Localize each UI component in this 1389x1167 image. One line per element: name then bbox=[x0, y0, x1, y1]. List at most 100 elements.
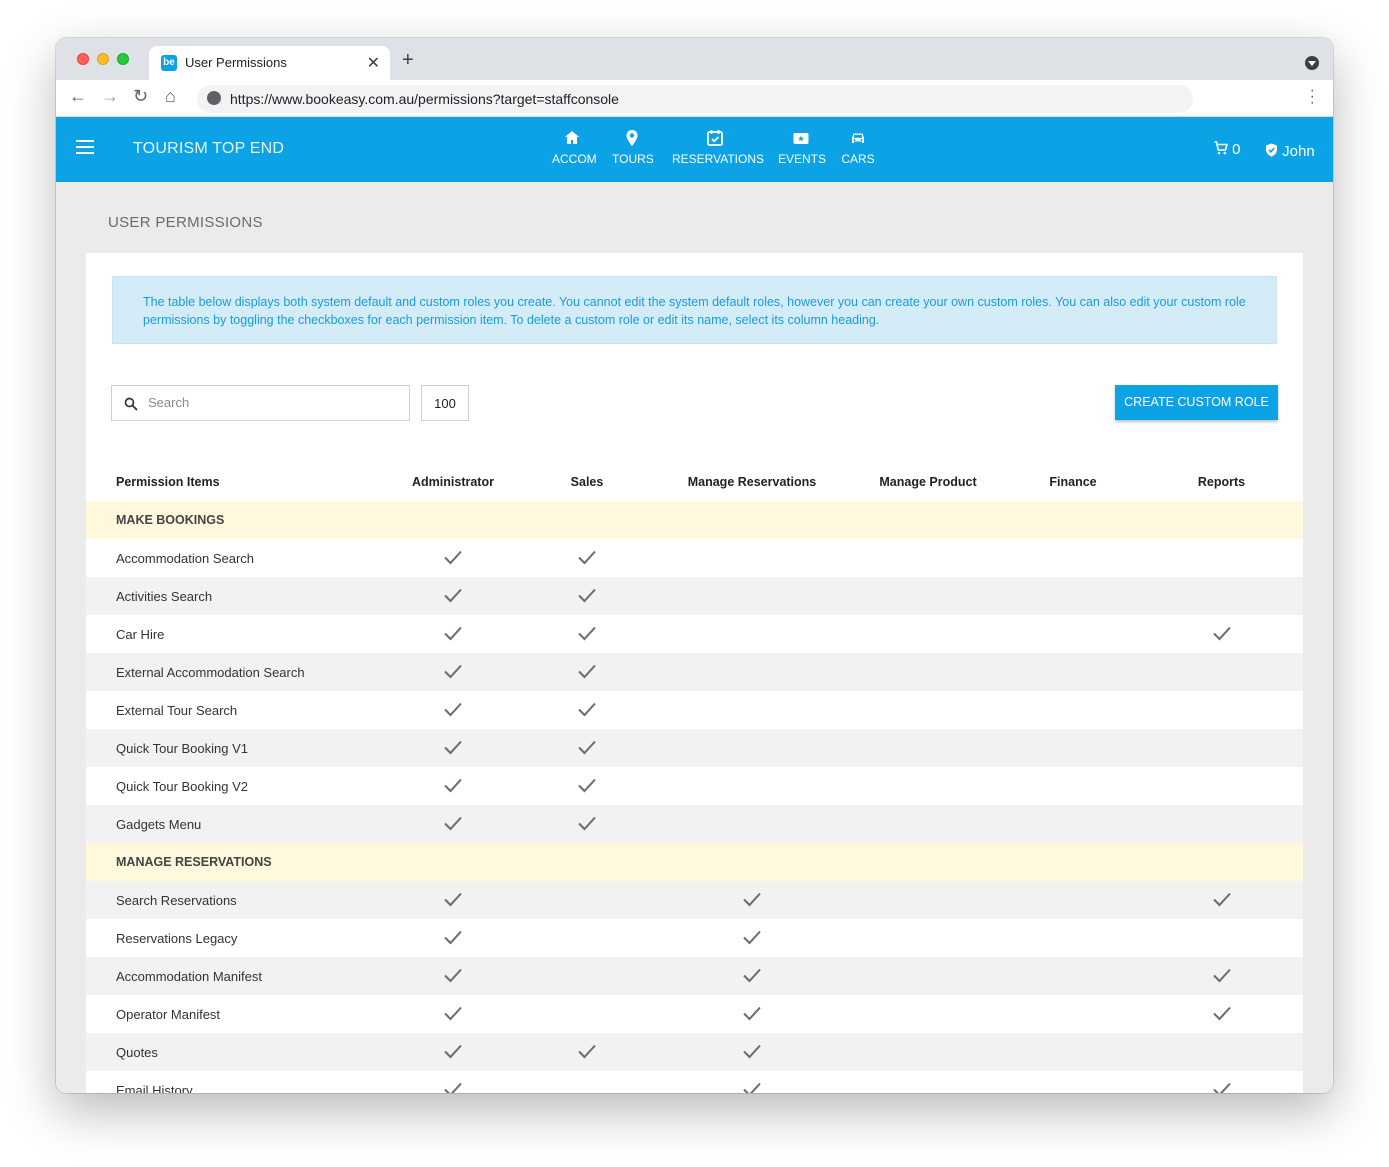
permission-cell[interactable] bbox=[1006, 1033, 1140, 1071]
maximize-window-button[interactable] bbox=[117, 53, 129, 65]
permission-cell[interactable] bbox=[654, 1071, 850, 1093]
permission-cell[interactable] bbox=[1140, 615, 1303, 653]
permission-cell[interactable] bbox=[850, 577, 1006, 615]
column-header-role[interactable]: Sales bbox=[520, 463, 654, 501]
permission-cell[interactable] bbox=[520, 881, 654, 919]
permission-cell[interactable] bbox=[850, 615, 1006, 653]
permission-cell[interactable] bbox=[654, 615, 850, 653]
permission-cell[interactable] bbox=[850, 1033, 1006, 1071]
permission-cell[interactable] bbox=[654, 539, 850, 577]
permission-cell[interactable] bbox=[654, 881, 850, 919]
permission-cell[interactable] bbox=[1006, 957, 1140, 995]
permission-cell[interactable] bbox=[1140, 957, 1303, 995]
page-size-select[interactable]: 100 bbox=[421, 385, 469, 421]
permission-cell[interactable] bbox=[850, 995, 1006, 1033]
permission-cell[interactable] bbox=[520, 919, 654, 957]
permission-cell[interactable] bbox=[386, 805, 520, 843]
back-icon[interactable]: ← bbox=[69, 86, 87, 107]
permission-cell[interactable] bbox=[654, 805, 850, 843]
column-header-role[interactable]: Reports bbox=[1140, 463, 1303, 501]
browser-tab[interactable]: be User Permissions ✕ bbox=[149, 46, 390, 80]
reload-icon[interactable]: ↻ bbox=[133, 86, 148, 107]
permission-cell[interactable] bbox=[1006, 653, 1140, 691]
permission-cell[interactable] bbox=[850, 919, 1006, 957]
permission-cell[interactable] bbox=[654, 729, 850, 767]
permission-cell[interactable] bbox=[654, 653, 850, 691]
permission-cell[interactable] bbox=[850, 691, 1006, 729]
permission-cell[interactable] bbox=[386, 577, 520, 615]
permission-cell[interactable] bbox=[386, 957, 520, 995]
permission-cell[interactable] bbox=[520, 729, 654, 767]
permission-cell[interactable] bbox=[1006, 805, 1140, 843]
permission-cell[interactable] bbox=[1006, 691, 1140, 729]
permission-cell[interactable] bbox=[1140, 577, 1303, 615]
permission-cell[interactable] bbox=[520, 539, 654, 577]
minimize-window-button[interactable] bbox=[97, 53, 109, 65]
permission-cell[interactable] bbox=[386, 691, 520, 729]
nav-reservations[interactable]: RESERVATIONS bbox=[672, 129, 764, 166]
search-input[interactable] bbox=[148, 395, 398, 410]
permission-cell[interactable] bbox=[1006, 615, 1140, 653]
permission-cell[interactable] bbox=[850, 653, 1006, 691]
permission-cell[interactable] bbox=[520, 995, 654, 1033]
permission-cell[interactable] bbox=[386, 767, 520, 805]
permission-cell[interactable] bbox=[1140, 881, 1303, 919]
tab-search-icon[interactable] bbox=[1305, 56, 1319, 70]
address-bar[interactable]: https://www.bookeasy.com.au/permissions?… bbox=[197, 85, 1193, 113]
browser-menu-icon[interactable]: · · · bbox=[1310, 83, 1315, 111]
permission-cell[interactable] bbox=[520, 1033, 654, 1071]
create-custom-role-button[interactable]: CREATE CUSTOM ROLE bbox=[1115, 385, 1278, 420]
permission-cell[interactable] bbox=[654, 577, 850, 615]
permission-cell[interactable] bbox=[520, 957, 654, 995]
column-header-role[interactable]: Manage Reservations bbox=[654, 463, 850, 501]
permission-cell[interactable] bbox=[654, 957, 850, 995]
permission-cell[interactable] bbox=[1140, 729, 1303, 767]
permission-cell[interactable] bbox=[1006, 1071, 1140, 1093]
permission-cell[interactable] bbox=[386, 729, 520, 767]
permission-cell[interactable] bbox=[1140, 1033, 1303, 1071]
site-info-icon[interactable] bbox=[207, 91, 221, 105]
column-header-role[interactable]: Finance bbox=[1006, 463, 1140, 501]
permission-cell[interactable] bbox=[386, 615, 520, 653]
permission-cell[interactable] bbox=[1006, 767, 1140, 805]
permission-cell[interactable] bbox=[386, 1071, 520, 1093]
column-header-role[interactable]: Manage Product bbox=[850, 463, 1006, 501]
permission-cell[interactable] bbox=[520, 653, 654, 691]
permission-cell[interactable] bbox=[1140, 995, 1303, 1033]
close-window-button[interactable] bbox=[77, 53, 89, 65]
permission-cell[interactable] bbox=[850, 767, 1006, 805]
permission-cell[interactable] bbox=[520, 577, 654, 615]
permission-cell[interactable] bbox=[1140, 767, 1303, 805]
permission-cell[interactable] bbox=[654, 919, 850, 957]
permission-cell[interactable] bbox=[386, 881, 520, 919]
forward-icon[interactable]: → bbox=[101, 86, 119, 107]
permission-cell[interactable] bbox=[1140, 1071, 1303, 1093]
permission-cell[interactable] bbox=[520, 767, 654, 805]
permission-cell[interactable] bbox=[850, 881, 1006, 919]
permission-cell[interactable] bbox=[1140, 653, 1303, 691]
permission-cell[interactable] bbox=[850, 539, 1006, 577]
permission-cell[interactable] bbox=[850, 729, 1006, 767]
permission-cell[interactable] bbox=[386, 1033, 520, 1071]
new-tab-icon[interactable]: + bbox=[402, 49, 414, 72]
nav-tours[interactable]: TOURS bbox=[612, 129, 654, 166]
nav-events[interactable]: EVENTS bbox=[778, 129, 826, 166]
permission-cell[interactable] bbox=[386, 653, 520, 691]
permission-cell[interactable] bbox=[1140, 805, 1303, 843]
permission-cell[interactable] bbox=[1006, 995, 1140, 1033]
permission-cell[interactable] bbox=[654, 767, 850, 805]
permission-cell[interactable] bbox=[654, 995, 850, 1033]
permission-cell[interactable] bbox=[1140, 919, 1303, 957]
permission-cell[interactable] bbox=[520, 1071, 654, 1093]
permission-cell[interactable] bbox=[1006, 729, 1140, 767]
permission-cell[interactable] bbox=[520, 615, 654, 653]
search-box[interactable] bbox=[111, 385, 410, 421]
permission-cell[interactable] bbox=[850, 805, 1006, 843]
permission-cell[interactable] bbox=[850, 957, 1006, 995]
permission-cell[interactable] bbox=[1006, 881, 1140, 919]
permission-cell[interactable] bbox=[654, 691, 850, 729]
home-button-icon[interactable]: ⌂ bbox=[165, 86, 176, 107]
column-header-role[interactable]: Administrator bbox=[386, 463, 520, 501]
cart-button[interactable]: 0 bbox=[1214, 141, 1241, 158]
nav-cars[interactable]: CARS bbox=[840, 129, 876, 166]
